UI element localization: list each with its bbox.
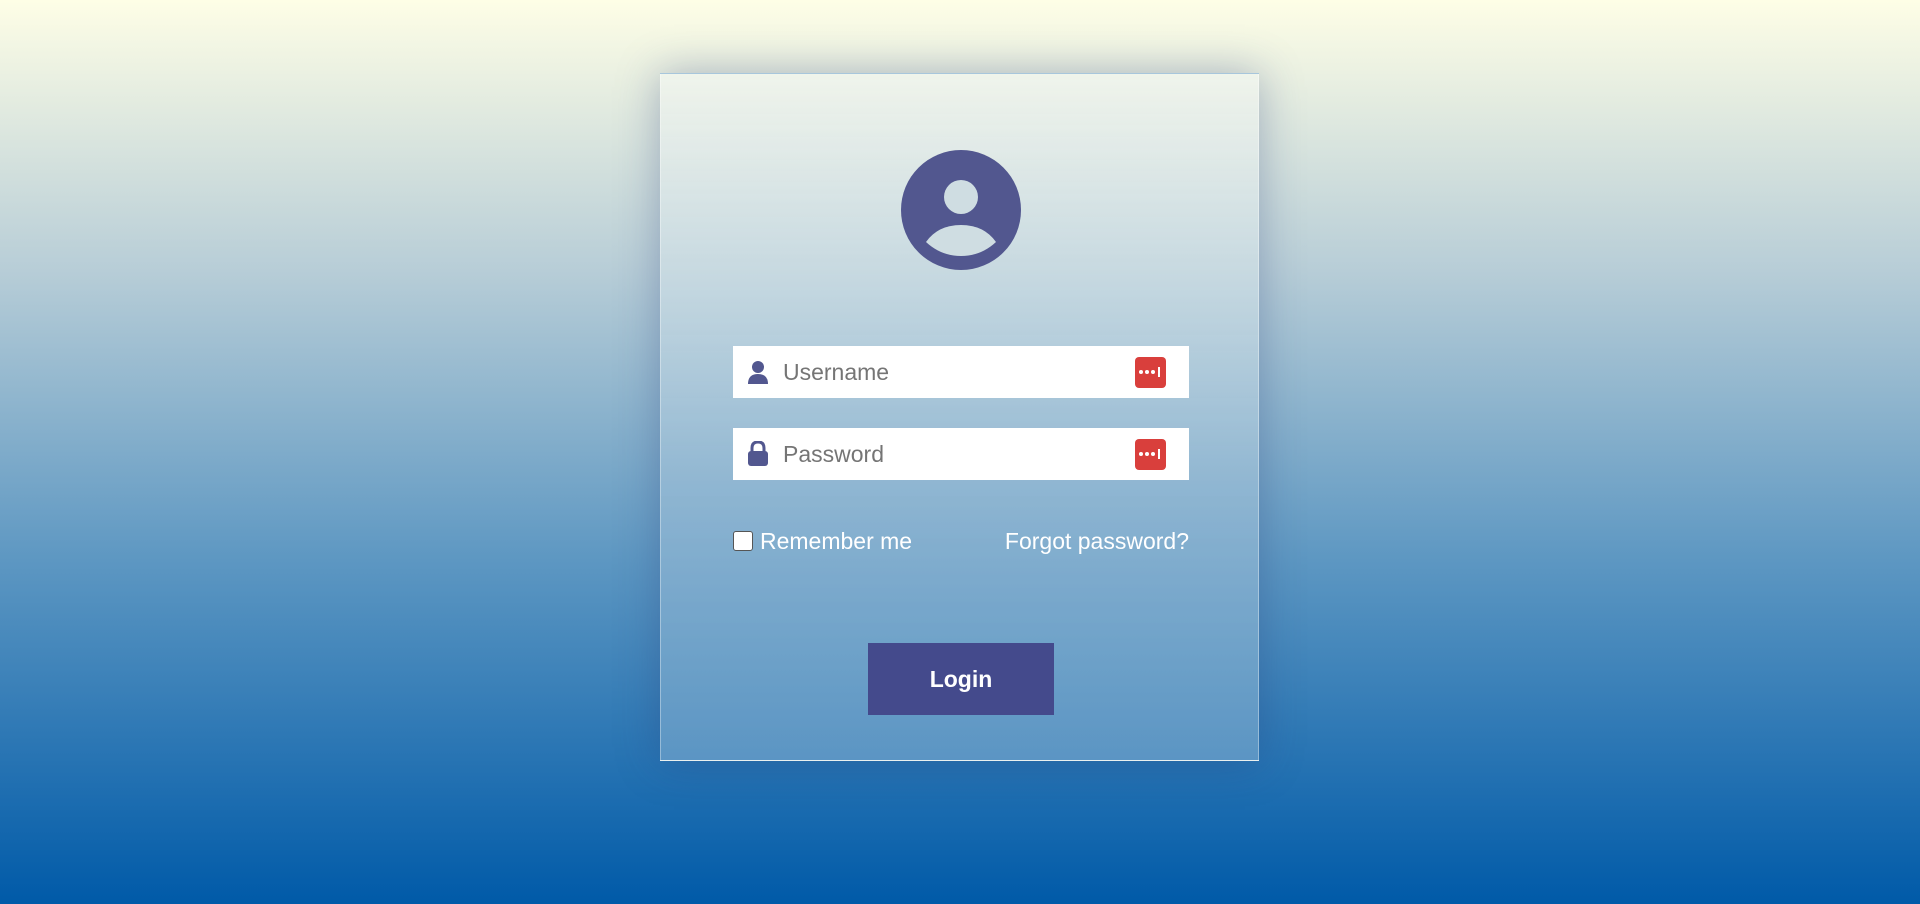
username-input[interactable] bbox=[783, 352, 1135, 392]
remember-me[interactable]: Remember me bbox=[733, 528, 912, 555]
forgot-password-link[interactable]: Forgot password? bbox=[1005, 528, 1189, 555]
password-input[interactable] bbox=[783, 434, 1135, 474]
user-icon bbox=[745, 359, 771, 385]
user-circle-icon bbox=[901, 150, 1021, 270]
remember-me-checkbox[interactable] bbox=[733, 531, 753, 551]
login-button[interactable]: Login bbox=[868, 643, 1054, 715]
remember-me-label: Remember me bbox=[760, 527, 913, 554]
password-manager-icon[interactable] bbox=[1135, 356, 1166, 388]
username-field[interactable] bbox=[733, 346, 1189, 398]
password-manager-icon[interactable] bbox=[1135, 438, 1166, 470]
login-options: Remember me Forgot password? bbox=[733, 526, 1189, 556]
login-card: Remember me Forgot password? Login bbox=[660, 73, 1259, 761]
password-field[interactable] bbox=[733, 428, 1189, 480]
lock-icon bbox=[745, 441, 771, 467]
